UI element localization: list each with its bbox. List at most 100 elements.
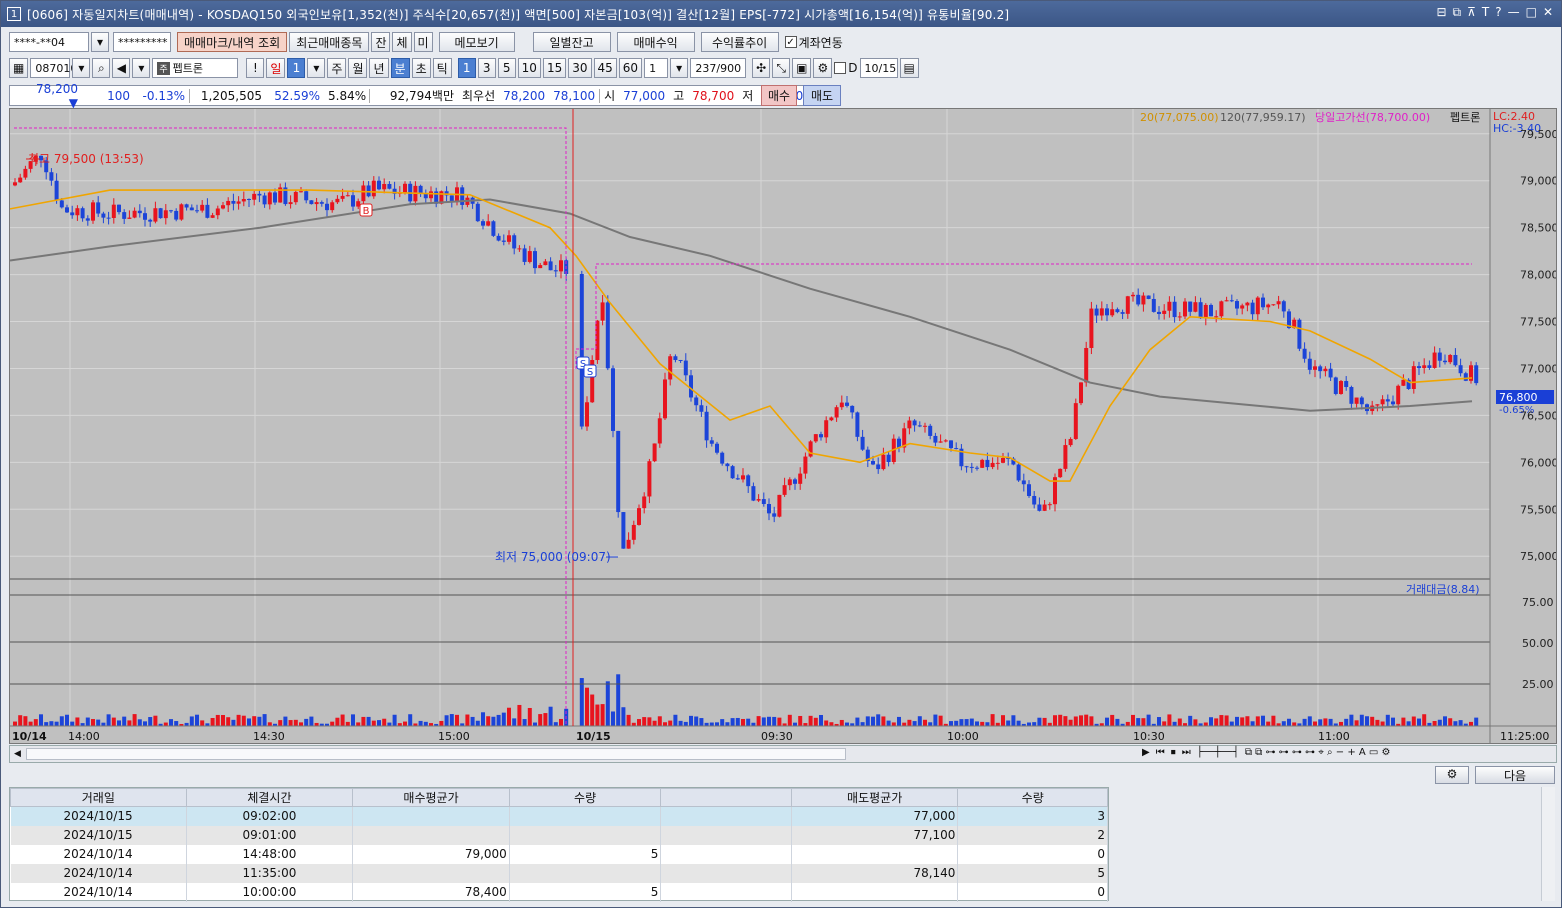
scroll-right-icon[interactable]: ▶ [1142,747,1150,758]
buy-button[interactable]: 매수 [761,85,797,106]
tool-icons[interactable]: ⧉ ⧉ ⊶ ⊶ ⊶ ⊶ ⌖ ⌕ − + A ▭ ⚙ [1245,747,1391,758]
candle [231,200,236,204]
period-year[interactable]: 년 [369,58,389,78]
pin-icon[interactable]: ⊼ [1467,5,1476,20]
interval-field[interactable]: 1 [644,58,669,78]
mark-query-button[interactable]: 매매마크/내역 조회 [177,32,288,52]
speaker-icon[interactable]: ◀ [112,58,131,78]
profit-trend-button[interactable]: 수익률추이 [700,32,779,52]
col-sell-qty[interactable]: 수량 [957,788,1108,807]
min-3[interactable]: 3 [477,58,496,78]
min-5[interactable]: 5 [497,58,516,78]
crosshair-icon[interactable]: ✣ [752,58,771,78]
close-button[interactable]: ✕ [1543,5,1553,20]
col-exec-time[interactable]: 체결시간 [185,788,354,807]
account-link-toggle[interactable]: ✓ 계좌연동 [784,34,843,51]
copy-icon[interactable]: ⧉ [1453,5,1462,20]
min-60[interactable]: 60 [618,58,643,78]
stop-icon[interactable]: ⏹ [1171,747,1176,758]
volume-bar [917,716,922,726]
recent-trade-button[interactable]: 최근매매종목 [289,32,370,52]
period-day[interactable]: 일 [266,58,286,78]
rewind-icon[interactable]: ⏮ [1156,747,1165,758]
checkbox-checked-icon[interactable]: ✓ [784,36,797,48]
code-field[interactable]: 087010 [30,58,77,78]
chart-area[interactable]: B S S 최고 79,500 (13:53) 최저 75,000 (09:07… [9,108,1559,744]
balance-button[interactable]: 잔 [371,32,391,52]
period-dropdown[interactable]: ▾ [307,58,326,78]
password-field[interactable]: ********* [113,32,171,52]
scroll-left-icon[interactable]: ◀ [14,749,21,759]
col-buy-qty[interactable]: 수량 [508,788,662,807]
account-field[interactable]: ****-**04 [9,32,89,52]
min-15[interactable]: 15 [542,58,567,78]
unexecuted-button[interactable]: 미 [413,32,433,52]
maximize-button[interactable]: □ [1526,5,1537,20]
candle [1063,445,1068,469]
min-30[interactable]: 30 [568,58,592,78]
daily-balance-button[interactable]: 일별잔고 [532,32,611,52]
forward-icon[interactable]: ⏭ [1182,747,1191,758]
draw-icon[interactable]: ⤡ [772,58,791,78]
executed-button[interactable]: 체 [392,32,412,52]
col-buy-avg[interactable]: 매수평균가 [352,788,510,807]
candle [387,184,392,189]
volume-bar [1001,715,1005,726]
candle [751,486,756,501]
period-month[interactable]: 월 [348,58,368,78]
col-trade-date[interactable]: 거래일 [10,788,187,807]
calendar-icon[interactable]: ▤ [899,58,919,78]
period-day-count[interactable]: 1 [287,58,306,78]
chart-scrollbar[interactable]: ◀ ▶ ⏮ ⏹ ⏭ ├──┼──┤ ⧉ ⧉ ⊶ ⊶ ⊶ ⊶ ⌖ ⌕ − + A … [9,745,1557,763]
candle [85,218,90,221]
table-row[interactable]: 2024/10/15 09:02:00 77,000 3 [10,806,1108,826]
settings-icon[interactable]: ⚙ [813,58,833,78]
memo-button[interactable]: 메모보기 [438,32,515,52]
interval-dropdown[interactable]: ▾ [670,58,689,78]
zoom-slider[interactable]: ├──┼──┤ [1197,747,1239,758]
layout-icon[interactable]: ⊟ [1436,5,1446,20]
trade-profit-button[interactable]: 매매수익 [616,32,695,52]
candlestick-chart[interactable]: B S S 최고 79,500 (13:53) 최저 75,000 (09:07… [9,109,1559,743]
table-row[interactable]: 2024/10/15 09:01:00 77,100 2 [10,825,1108,845]
d-checkbox[interactable] [834,62,847,74]
period-second[interactable]: 초 [411,58,431,78]
sell-button[interactable]: 매도 [803,85,841,106]
period-minute[interactable]: 분 [390,58,410,78]
scroll-thumb[interactable] [26,748,846,760]
grid-settings-button[interactable]: ⚙ [1435,766,1469,784]
next-button[interactable]: 다음 [1475,766,1555,784]
volume-bar [579,678,584,726]
period-week[interactable]: 주 [327,58,347,78]
volume-bar [1125,721,1130,726]
stock-name-field[interactable]: 주 펩트론 [152,58,239,78]
period-tick[interactable]: 틱 [432,58,452,78]
grid-icon[interactable]: ▦ [9,58,29,78]
table-row[interactable]: 2024/10/14 11:35:00 78,140 5 [10,863,1108,883]
volume-bar [605,681,610,726]
candle [652,443,657,462]
code-dropdown[interactable]: ▾ [72,58,91,78]
save-icon[interactable]: ▣ [792,58,812,78]
table-row[interactable]: 2024/10/14 10:00:00 78,400 5 0 [10,882,1108,902]
candle [538,265,543,269]
date-field[interactable]: 10/15 [859,58,898,78]
table-scrollbar[interactable] [1541,787,1555,901]
volume-bar [959,719,964,726]
min-45[interactable]: 45 [593,58,617,78]
search-icon[interactable]: ⌕ [92,58,111,78]
account-dropdown[interactable]: ▾ [91,32,109,52]
alert-icon[interactable]: ! [246,58,265,78]
volume-bar [13,721,17,726]
y-tick-label: 76,000 [1520,456,1556,469]
col-sell-avg[interactable]: 매도평균가 [790,788,959,807]
table-row[interactable]: 2024/10/14 14:48:00 79,000 5 0 [10,844,1108,864]
speaker-dropdown[interactable]: ▾ [132,58,151,78]
ratio-field[interactable]: 237/900 [690,58,747,78]
minimize-button[interactable]: — [1508,5,1520,20]
help-icon[interactable]: ? [1495,5,1501,20]
candle [501,240,506,242]
min-10[interactable]: 10 [517,58,541,78]
min-1[interactable]: 1 [457,58,476,78]
text-icon[interactable]: T [1482,5,1489,20]
